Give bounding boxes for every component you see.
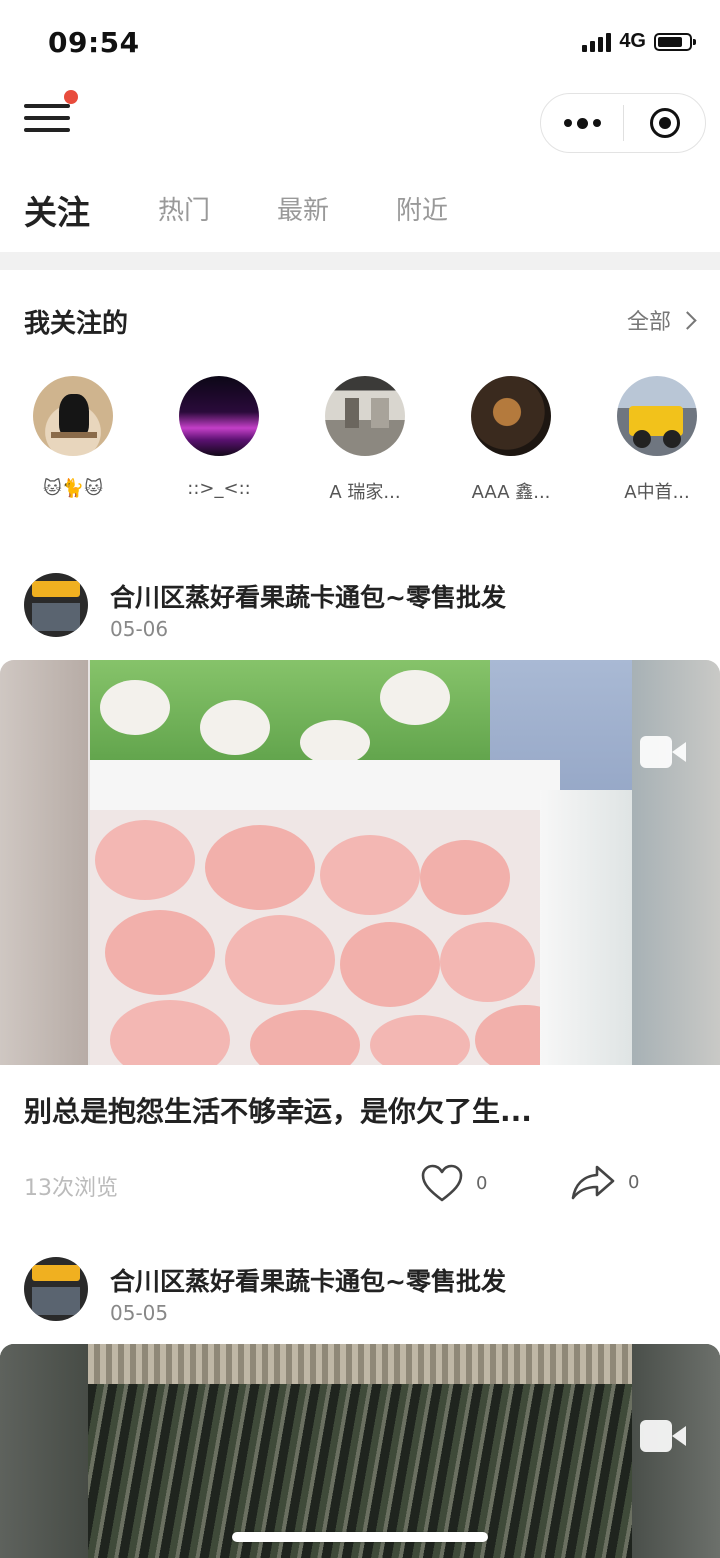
followed-account[interactable]: A 瑞家... bbox=[310, 376, 420, 504]
tab-latest[interactable]: 最新 bbox=[277, 190, 329, 227]
followed-account[interactable]: 🐱🐈🐱 bbox=[18, 376, 128, 499]
avatar bbox=[325, 376, 405, 456]
signal-icon bbox=[582, 32, 612, 52]
post-author-avatar[interactable] bbox=[24, 573, 88, 637]
followed-account[interactable]: ::>_<:: bbox=[164, 376, 274, 499]
notification-dot bbox=[64, 90, 78, 104]
followed-account-name: A 瑞家... bbox=[329, 482, 401, 503]
post-video-thumbnail[interactable] bbox=[0, 1344, 720, 1558]
like-count: 0 bbox=[476, 1172, 488, 1194]
post-date: 05-06 bbox=[110, 617, 169, 641]
share-icon bbox=[571, 1165, 615, 1200]
share-button[interactable]: 0 bbox=[570, 1163, 639, 1201]
followed-account-name: AAA 鑫... bbox=[471, 482, 551, 503]
video-icon bbox=[640, 736, 686, 768]
view-all-label: 全部 bbox=[626, 310, 671, 335]
post-video-thumbnail[interactable] bbox=[0, 660, 720, 1065]
avatar bbox=[617, 376, 697, 456]
post-date: 05-05 bbox=[110, 1301, 169, 1325]
followed-account[interactable]: A中首... bbox=[602, 376, 712, 504]
tab-hot[interactable]: 热门 bbox=[158, 190, 210, 227]
post-text[interactable]: 别总是抱怨生活不够幸运，是你欠了生... bbox=[24, 1090, 532, 1130]
section-divider bbox=[0, 252, 720, 270]
video-icon bbox=[640, 1420, 686, 1452]
mini-program-capsule bbox=[540, 93, 706, 153]
status-indicators: 4G bbox=[582, 30, 696, 53]
target-icon bbox=[649, 108, 680, 138]
more-dots-icon[interactable] bbox=[541, 94, 623, 152]
followed-account-name: A中首... bbox=[624, 482, 690, 503]
followed-account-name: ::>_<:: bbox=[187, 478, 251, 499]
close-target-button[interactable] bbox=[624, 108, 705, 138]
hamburger-icon[interactable] bbox=[24, 104, 70, 140]
like-button[interactable]: 0 bbox=[420, 1163, 487, 1203]
post-author-name[interactable]: 合川区蒸好看果蔬卡通包~零售批发 bbox=[110, 578, 506, 614]
view-count: 13次浏览 bbox=[24, 1176, 118, 1201]
post-author-name[interactable]: 合川区蒸好看果蔬卡通包~零售批发 bbox=[110, 1262, 506, 1298]
tab-nearby[interactable]: 附近 bbox=[396, 190, 448, 227]
heart-icon bbox=[421, 1164, 463, 1202]
network-type: 4G bbox=[619, 30, 646, 52]
followed-account[interactable]: AAA 鑫... bbox=[456, 376, 566, 504]
status-time: 09:54 bbox=[48, 26, 140, 59]
chevron-right-icon bbox=[678, 310, 697, 330]
share-count: 0 bbox=[628, 1171, 640, 1193]
post-author-avatar[interactable] bbox=[24, 1257, 88, 1321]
followed-account-name: 🐱🐈🐱 bbox=[43, 478, 103, 499]
following-title: 我关注的 bbox=[24, 309, 129, 339]
avatar bbox=[179, 376, 259, 456]
avatar bbox=[471, 376, 551, 456]
view-all-link[interactable]: 全部 bbox=[626, 304, 697, 336]
avatar bbox=[33, 376, 113, 456]
tab-following[interactable]: 关注 bbox=[24, 186, 90, 234]
battery-icon bbox=[654, 32, 696, 51]
home-indicator bbox=[232, 1532, 488, 1542]
